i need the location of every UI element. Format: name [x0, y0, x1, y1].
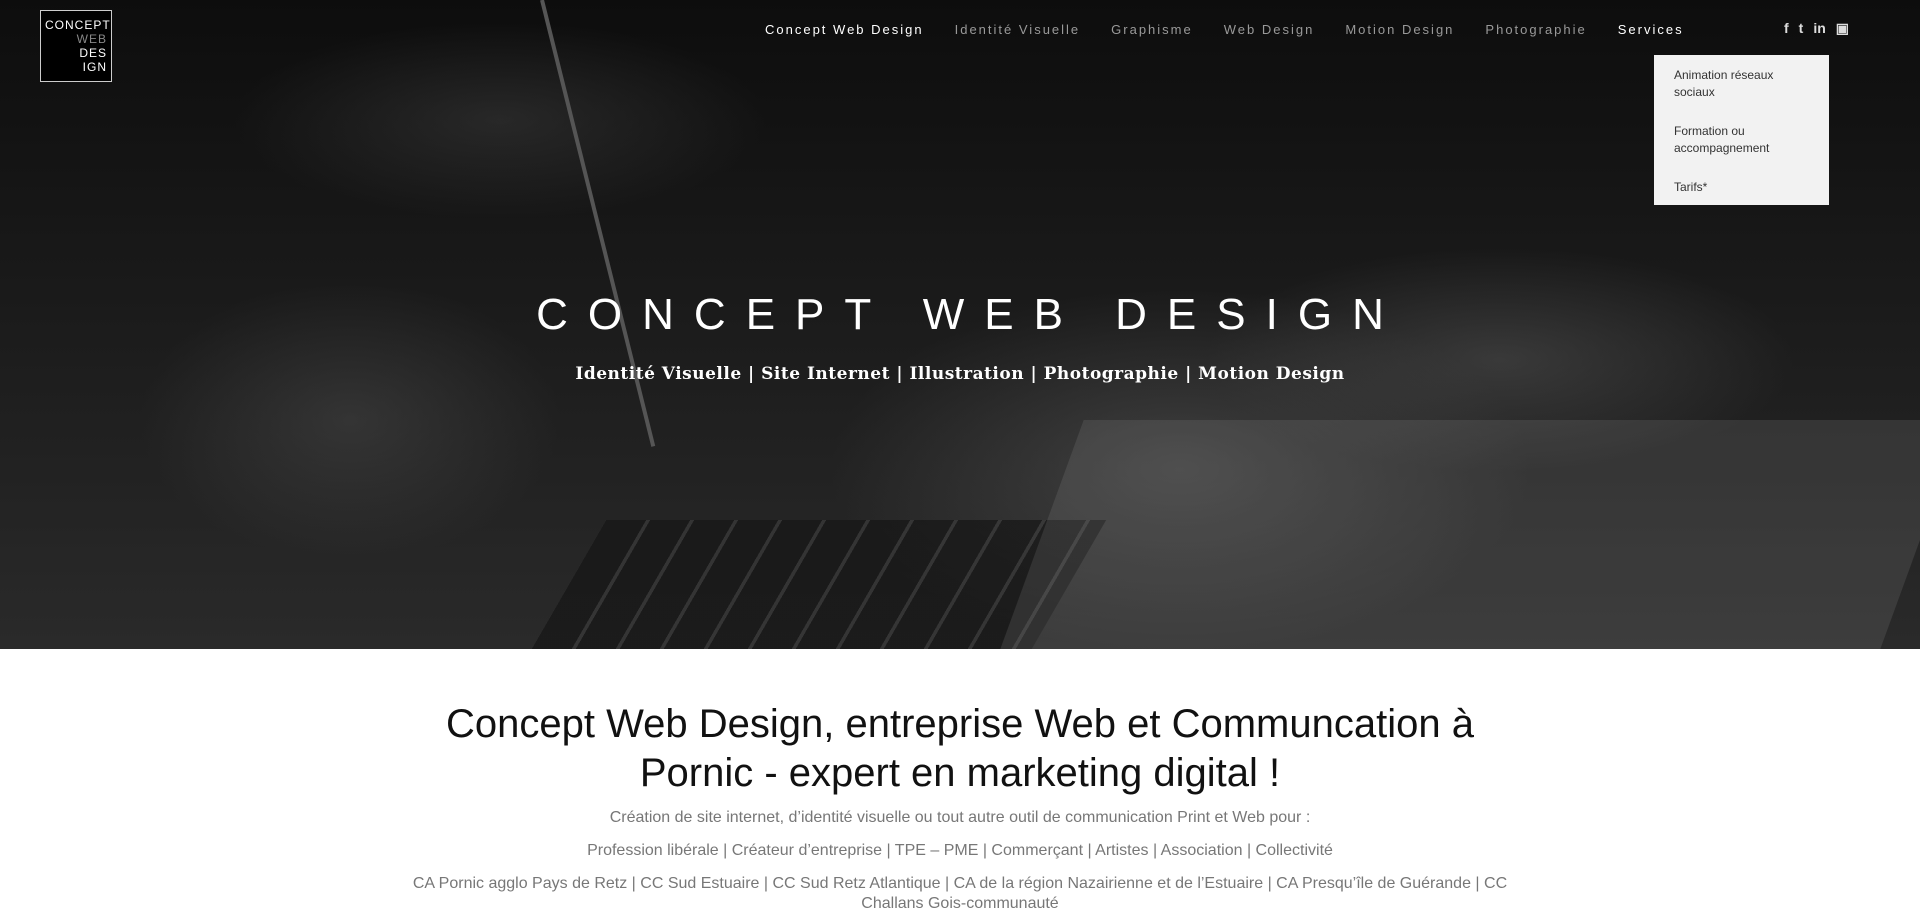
- main-nav: Concept Web Design Identité Visuelle Gra…: [765, 22, 1684, 37]
- hero-title: CONCEPT WEB DESIGN: [536, 290, 1404, 339]
- site-logo[interactable]: CONCEPT WEB DES IGN: [40, 10, 112, 82]
- dropdown-item-tarifs[interactable]: Tarifs*: [1674, 179, 1809, 196]
- nav-web-design[interactable]: Web Design: [1224, 22, 1315, 37]
- services-dropdown: Animation réseaux sociaux Formation ou a…: [1654, 55, 1829, 205]
- nav-graphisme[interactable]: Graphisme: [1111, 22, 1193, 37]
- dropdown-item-animation[interactable]: Animation réseaux sociaux: [1674, 67, 1809, 101]
- logo-line: CONCEPT: [45, 18, 111, 32]
- dropdown-item-formation[interactable]: Formation ou accompagnement: [1674, 123, 1809, 157]
- hero-banner: CONCEPT WEB DESIGN Identité Visuelle | S…: [0, 0, 1920, 649]
- hero-subtitle: Identité Visuelle | Site Internet | Illu…: [575, 364, 1345, 384]
- logo-line: IGN: [82, 60, 107, 74]
- nav-identite-visuelle[interactable]: Identité Visuelle: [955, 22, 1081, 37]
- facebook-icon[interactable]: f: [1784, 20, 1789, 37]
- audiences-text: Profession libérale | Créateur d’entrepr…: [587, 842, 1333, 859]
- social-links: f t in ▣: [1784, 20, 1849, 37]
- nav-concept-web-design[interactable]: Concept Web Design: [765, 22, 924, 37]
- twitter-icon[interactable]: t: [1799, 20, 1804, 37]
- nav-photographie[interactable]: Photographie: [1485, 22, 1586, 37]
- page-heading: Concept Web Design, entreprise Web et Co…: [446, 702, 1474, 795]
- youtube-icon[interactable]: ▣: [1836, 20, 1849, 37]
- linkedin-icon[interactable]: in: [1813, 20, 1825, 37]
- hero-image-notebook: [996, 420, 1920, 649]
- main-content: Concept Web Design, entreprise Web et Co…: [0, 700, 1920, 914]
- intro-text: Création de site internet, d’identité vi…: [609, 809, 1311, 826]
- areas-text: CA Pornic agglo Pays de Retz | CC Sud Es…: [412, 875, 1508, 912]
- logo-line: WEB: [76, 32, 107, 46]
- logo-line: DES: [79, 46, 107, 60]
- nav-services[interactable]: Services: [1618, 22, 1684, 37]
- nav-motion-design[interactable]: Motion Design: [1345, 22, 1454, 37]
